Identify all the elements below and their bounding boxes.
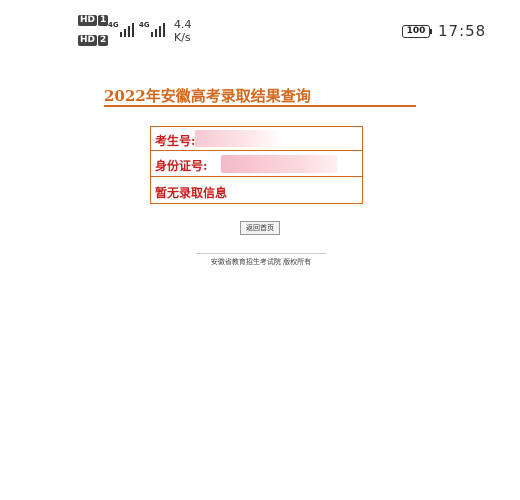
speed-value: 4.4 (174, 18, 192, 31)
status-bar: HD 1 HD 2 4G 4G 4.4 K/s 100 17:58 (0, 0, 520, 56)
signal-icon: 4G (108, 21, 134, 37)
exam-number-row: 考生号: (151, 127, 362, 151)
sim1-number: 1 (98, 15, 109, 26)
page-title: 2022年安徽高考录取结果查询 (104, 87, 311, 105)
battery-level: 100 (406, 26, 426, 36)
battery-cap (430, 29, 432, 34)
back-home-button[interactable]: 返回首页 (240, 221, 280, 235)
hd-icon: HD (78, 15, 98, 26)
sim2-indicator: HD 2 (78, 35, 109, 46)
signal-icon: 4G (139, 21, 165, 37)
admission-status: 暂无录取信息 (155, 186, 228, 200)
title-divider (104, 105, 416, 107)
hd-icon: HD (78, 35, 98, 46)
network-type: 4G (108, 21, 119, 29)
id-number-label: 身份证号: (155, 159, 208, 173)
clock: 17:58 (438, 22, 487, 40)
admission-status-row: 暂无录取信息 (151, 177, 362, 203)
battery-icon: 100 (402, 25, 430, 38)
exam-number-label: 考生号: (155, 134, 196, 148)
footer-divider (196, 253, 326, 254)
sim2-number: 2 (98, 35, 109, 46)
network-speed: 4.4 K/s (174, 18, 192, 44)
network-type: 4G (139, 21, 150, 29)
copyright-footer: 安徽省教育招生考试院 版权所有 (210, 258, 312, 266)
speed-unit: K/s (174, 31, 191, 44)
result-table: 考生号: 身份证号: 暂无录取信息 (150, 126, 363, 204)
id-number-row: 身份证号: (151, 151, 362, 177)
redacted-id-number (221, 155, 337, 173)
redacted-exam-number (195, 130, 283, 147)
sim1-indicator: HD 1 (78, 15, 109, 26)
